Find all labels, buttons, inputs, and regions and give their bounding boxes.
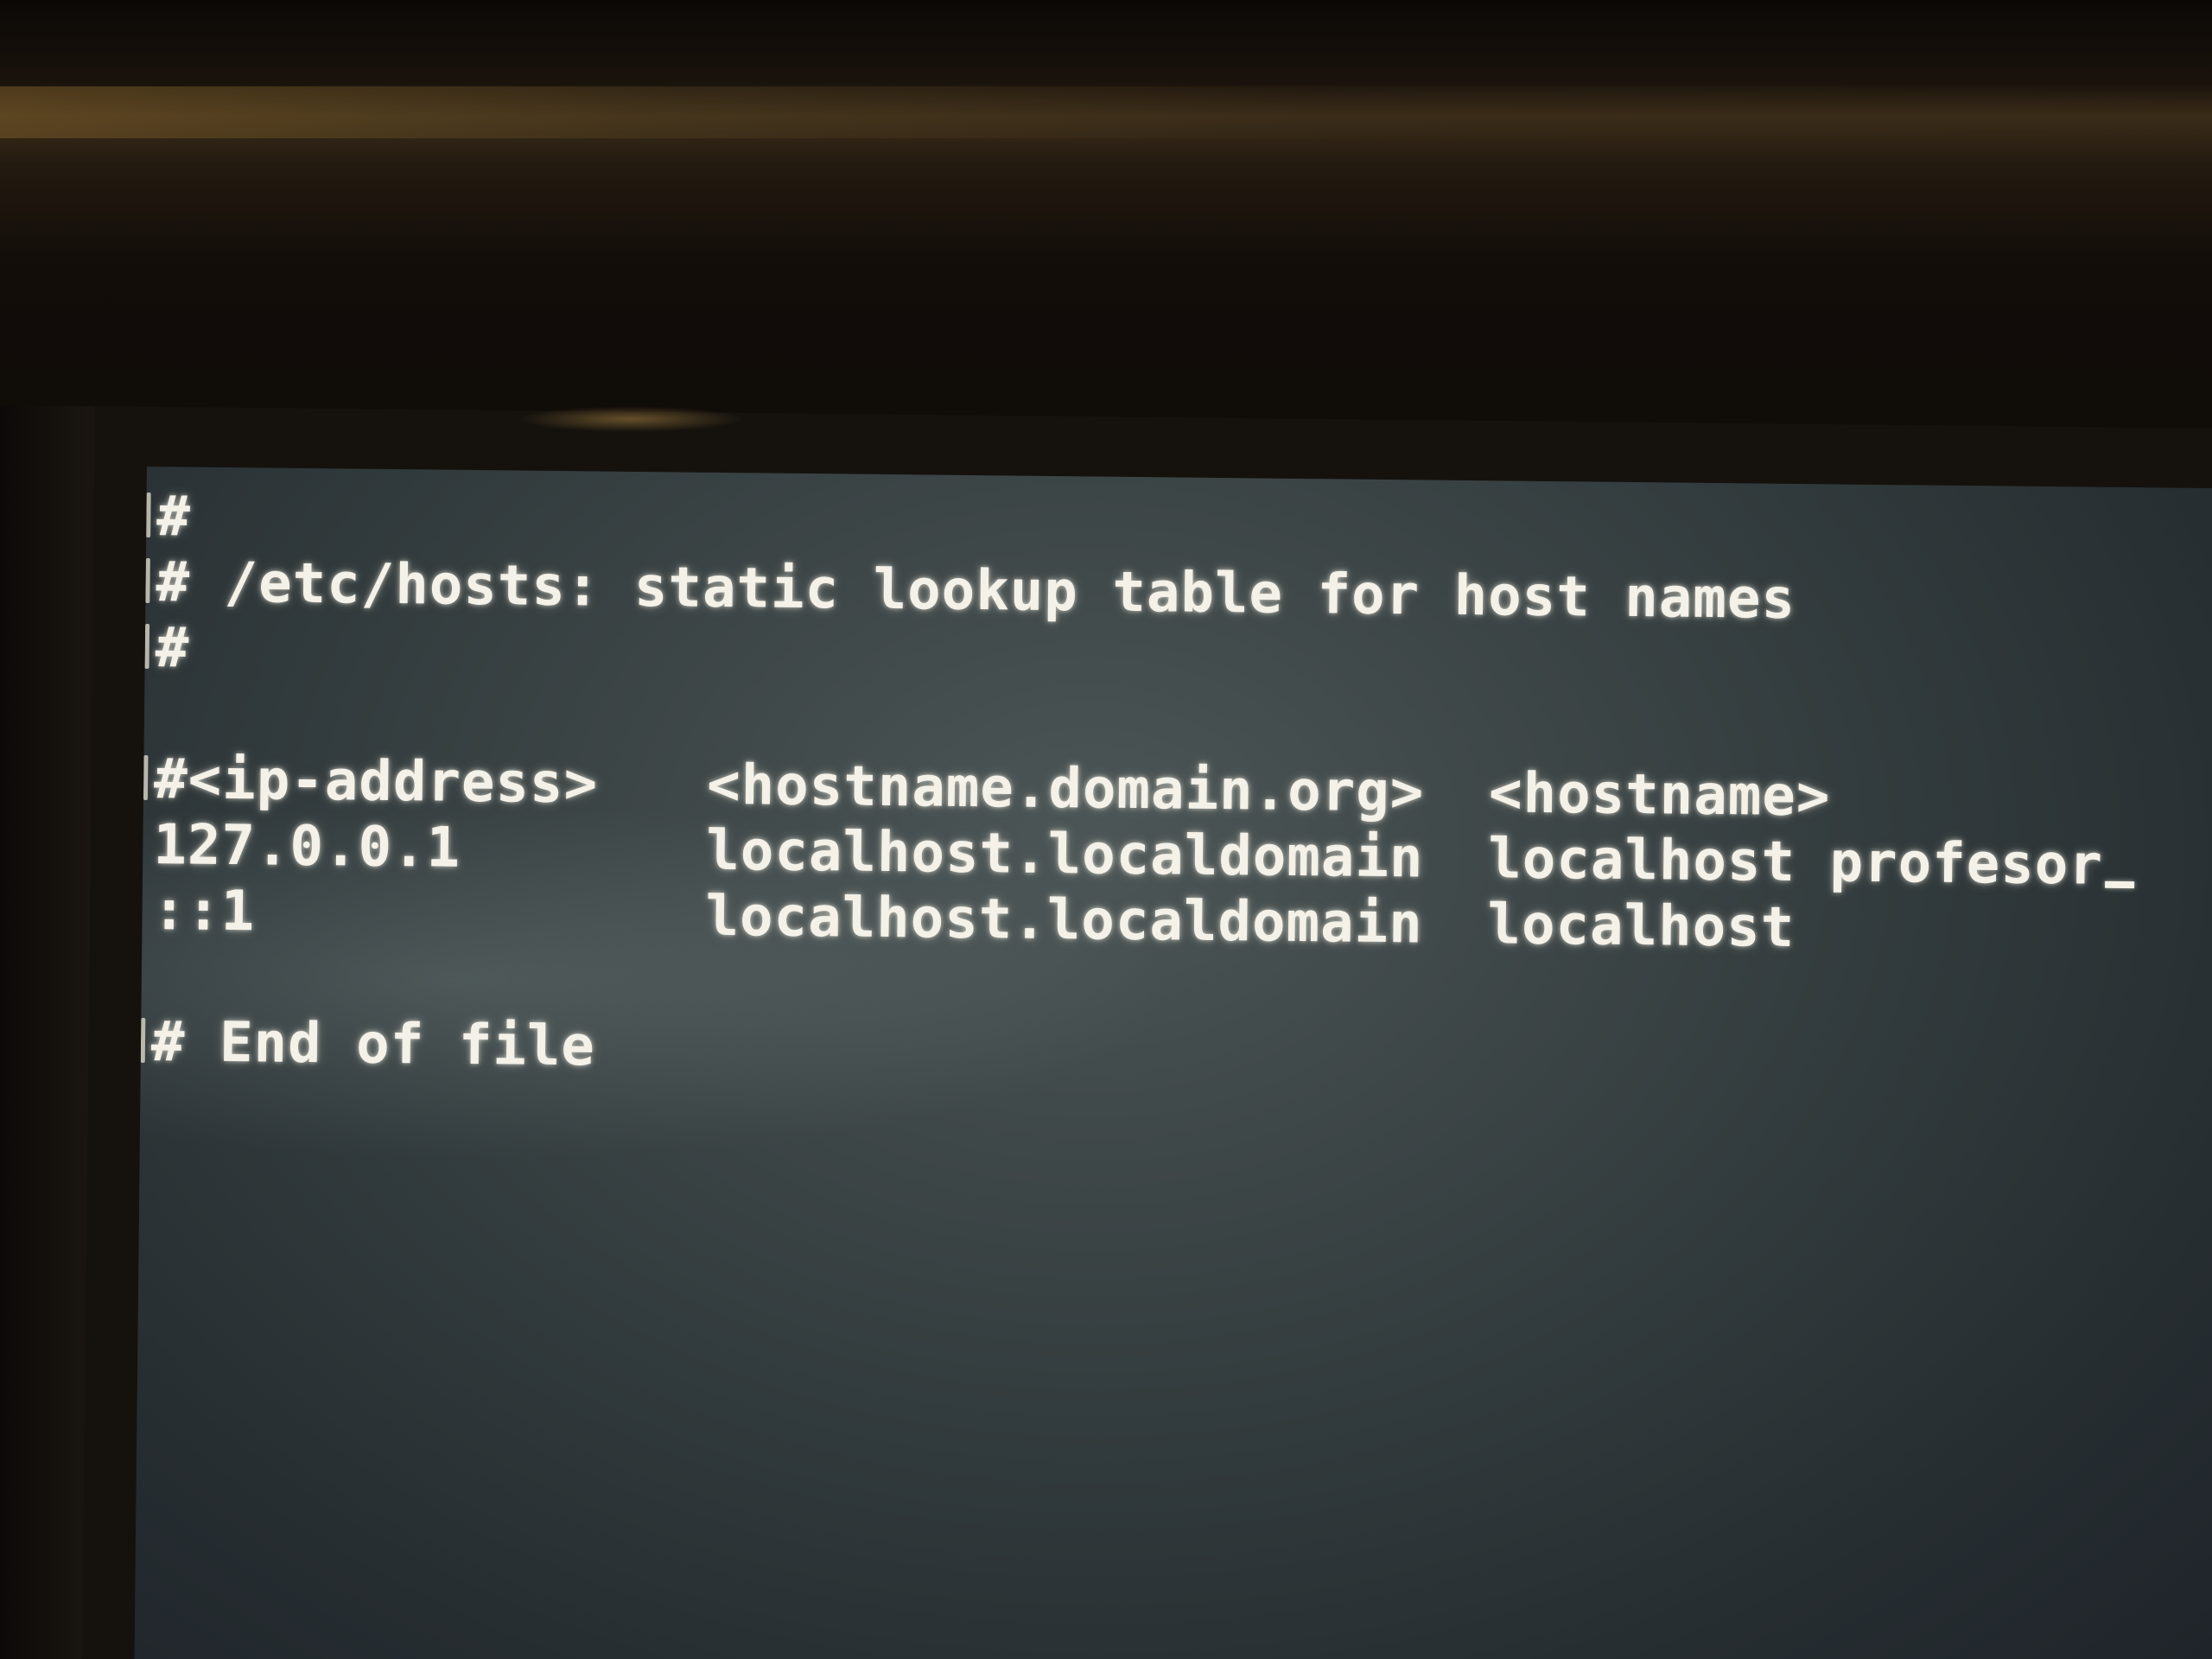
line-marker xyxy=(146,492,151,538)
column-header-fqdn: <hostname.domain.org> xyxy=(706,753,1425,825)
column-header-hostname: <hostname> xyxy=(1488,761,1831,830)
photo-scene: # # /etc/hosts: static lookup table for … xyxy=(0,0,2212,1659)
entry-ip: ::1 xyxy=(152,879,256,944)
entry-hostname: localhost profesor xyxy=(1487,827,2104,898)
line-marker xyxy=(145,557,150,604)
terminal-text-area[interactable]: # # /etc/hosts: static lookup table for … xyxy=(151,484,2212,1096)
line-marker xyxy=(144,623,150,670)
entry-hostname: localhost xyxy=(1487,893,1796,960)
frame-glare xyxy=(518,406,743,432)
entry-ip: 127.0.0.1 xyxy=(153,813,461,880)
monitor-screen: # # /etc/hosts: static lookup table for … xyxy=(134,467,2212,1659)
text-cursor xyxy=(2104,880,2134,889)
entry-fqdn: localhost.localdomain xyxy=(705,884,1424,957)
bezel-glare xyxy=(0,86,2212,138)
line-marker xyxy=(140,1017,146,1064)
column-header-ip: #<ip-address> xyxy=(153,747,599,817)
entry-fqdn: localhost.localdomain xyxy=(705,818,1424,891)
line-marker xyxy=(143,754,149,801)
